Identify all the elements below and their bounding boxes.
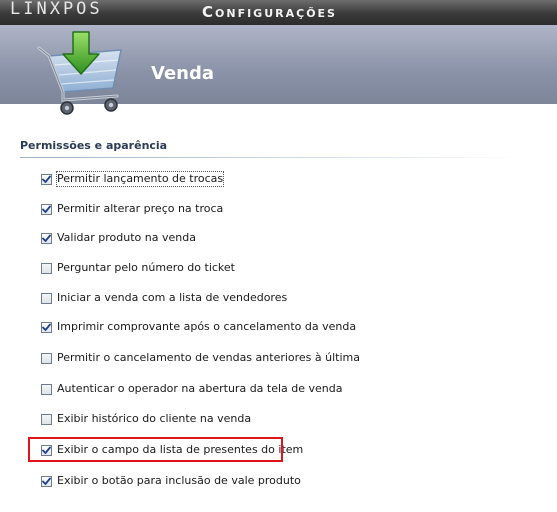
option-label: Autenticar o operador na abertura da tel… [57, 382, 343, 395]
option-label: Permitir o cancelamento de vendas anteri… [57, 351, 361, 364]
app-title: Configurações [202, 3, 337, 21]
checkbox[interactable] [41, 292, 52, 304]
section-divider [20, 157, 520, 158]
shopping-cart-download-icon [37, 31, 122, 115]
option-label: Permitir lançamento de trocas [55, 171, 225, 187]
option-label: Permitir alterar preço na troca [57, 202, 224, 215]
checkbox[interactable] [41, 203, 52, 215]
checkbox[interactable] [41, 232, 52, 244]
option-alterar-preco-troca[interactable]: Permitir alterar preço na troca [41, 201, 223, 217]
option-cancelamento-anteriores[interactable]: Permitir o cancelamento de vendas anteri… [41, 350, 360, 366]
brand-logo: LINXPOS [10, 0, 103, 19]
option-historico-cliente[interactable]: Exibir histórico do cliente na venda [41, 411, 251, 427]
checkbox[interactable] [41, 262, 52, 274]
option-label: Validar produto na venda [57, 231, 196, 244]
option-autenticar-operador[interactable]: Autenticar o operador na abertura da tel… [41, 381, 343, 397]
option-label: Perguntar pelo número do ticket [57, 261, 235, 274]
checkbox[interactable] [41, 352, 52, 364]
option-label: Iniciar a venda com a lista de vendedore… [57, 291, 288, 304]
checkbox[interactable] [41, 173, 52, 185]
checkbox[interactable] [41, 475, 52, 487]
option-label: Imprimir comprovante após o cancelamento… [57, 320, 357, 333]
option-label: Exibir o botão para inclusão de vale pro… [57, 474, 301, 487]
highlight-box [28, 437, 283, 462]
section-title: Permissões e aparência [20, 139, 168, 152]
checkbox[interactable] [41, 383, 52, 395]
page-title: Venda [151, 63, 214, 84]
checkbox[interactable] [41, 321, 52, 333]
option-vale-produto[interactable]: Exibir o botão para inclusão de vale pro… [41, 473, 301, 489]
option-perguntar-ticket[interactable]: Perguntar pelo número do ticket [41, 260, 235, 276]
option-imprimir-comprovante[interactable]: Imprimir comprovante após o cancelamento… [41, 319, 356, 335]
option-validar-produto[interactable]: Validar produto na venda [41, 230, 196, 246]
option-label: Exibir histórico do cliente na venda [57, 412, 252, 425]
checkbox[interactable] [41, 413, 52, 425]
option-permitir-trocas[interactable]: Permitir lançamento de trocas [41, 171, 225, 187]
option-lista-vendedores[interactable]: Iniciar a venda com a lista de vendedore… [41, 290, 287, 306]
title-bar: LINXPOS Configurações [0, 0, 557, 25]
